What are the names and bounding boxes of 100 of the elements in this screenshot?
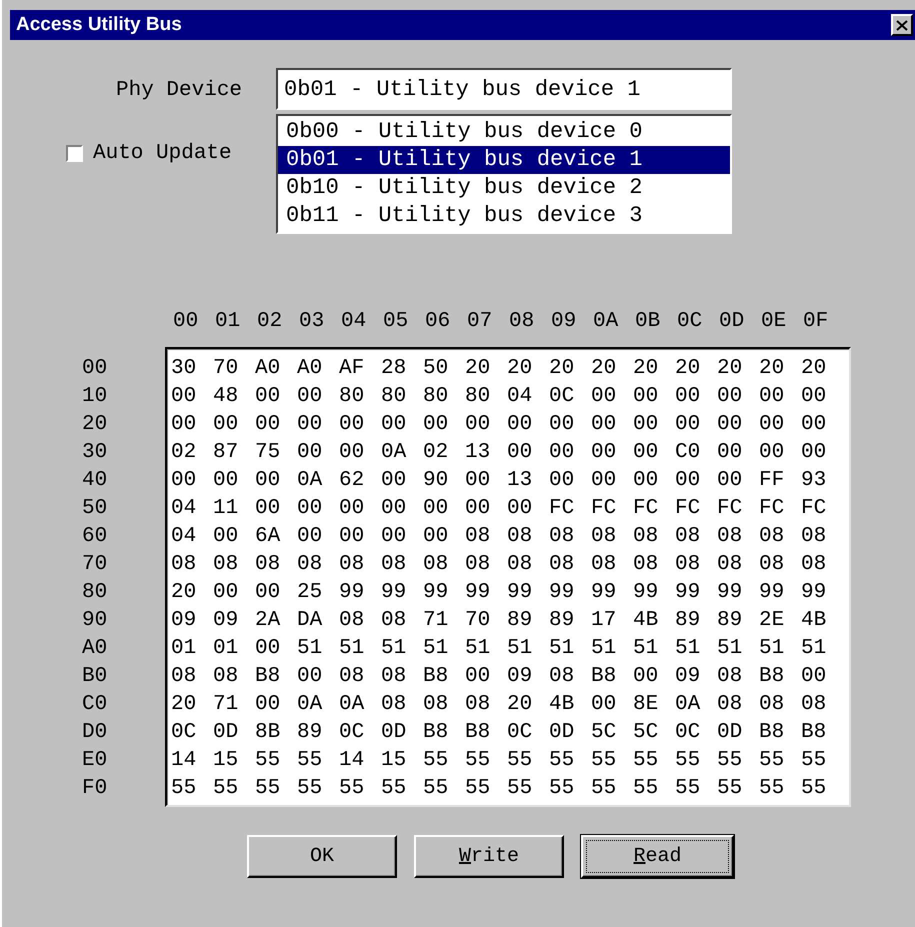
hex-cell-text: 00 <box>339 496 366 522</box>
hex-cell-text: 01 <box>213 636 240 662</box>
hex-cell-text: 80 <box>381 384 408 410</box>
hex-cell-text: 89 <box>549 608 576 634</box>
phy-device-option[interactable]: 0b01 - Utility bus device 1 <box>278 146 730 174</box>
phy-device-option[interactable]: 0b00 - Utility bus device 0 <box>278 118 730 146</box>
dialog-button[interactable]: Read <box>581 835 734 878</box>
hex-cell-text: 48 <box>213 384 240 410</box>
hex-cell-text: 55 <box>759 776 786 802</box>
hex-cell-text: 55 <box>675 776 702 802</box>
hex-cell-text: 0A <box>339 692 366 718</box>
hex-cell-text: 00 <box>759 440 786 466</box>
row-header: 10 <box>82 384 108 410</box>
hex-cell-text: B8 <box>591 664 618 690</box>
hex-cell-text: 5C <box>633 720 660 746</box>
column-header: 0E <box>761 310 788 333</box>
hex-cell-text: 51 <box>507 636 534 662</box>
hex-cell-text: 08 <box>717 524 744 550</box>
hex-cell-text: 00 <box>381 524 408 550</box>
hex-cell-text: 0D <box>717 720 744 746</box>
hex-cell-text: 55 <box>675 748 702 774</box>
hex-cell-text: 00 <box>549 440 576 466</box>
column-header: 0A <box>593 310 620 333</box>
hex-cell-text: 20 <box>633 356 660 382</box>
hex-cell-text: 08 <box>381 692 408 718</box>
hex-cell-text: 08 <box>339 664 366 690</box>
hex-cell-text: 01 <box>171 636 198 662</box>
hex-cell-text: 13 <box>465 440 492 466</box>
column-header: 08 <box>509 310 536 333</box>
hex-cell-text: 70 <box>213 356 240 382</box>
hex-cell-text: 71 <box>213 692 240 718</box>
hex-cell-text: 00 <box>633 664 660 690</box>
auto-update-checkbox[interactable] <box>66 145 83 162</box>
window-title: Access Utility Bus <box>16 14 182 36</box>
hex-cell-text: 08 <box>339 608 366 634</box>
column-header: 0F <box>803 310 830 333</box>
hex-cell-text: 55 <box>507 748 534 774</box>
hex-cell-text: 08 <box>801 524 828 550</box>
hex-cell-text: 00 <box>507 412 534 438</box>
hex-cell-text: 87 <box>213 440 240 466</box>
hex-cell-text: 00 <box>255 496 282 522</box>
phy-device-option[interactable]: 0b10 - Utility bus device 2 <box>278 174 730 202</box>
column-header: 05 <box>383 310 410 333</box>
hex-cell-text: 55 <box>381 776 408 802</box>
hex-cell-text: 99 <box>717 580 744 606</box>
phy-device-field[interactable]: 0b01 - Utility bus device 1 <box>276 68 732 110</box>
hex-cell-text: 51 <box>801 636 828 662</box>
hex-cell-text: 0C <box>171 720 198 746</box>
hex-cell-text: 00 <box>297 664 324 690</box>
hex-cell-text: 08 <box>717 552 744 578</box>
dialog-button[interactable]: OK <box>247 835 397 878</box>
hex-cell-text: 51 <box>591 636 618 662</box>
hex-cell-text: 0A <box>675 692 702 718</box>
hex-cell-text: 08 <box>717 692 744 718</box>
close-button[interactable] <box>891 14 913 36</box>
hex-cell-text: 08 <box>801 552 828 578</box>
hex-cell-text: 20 <box>507 356 534 382</box>
hex-cell-text: FC <box>549 496 576 522</box>
hex-cell-text: 00 <box>255 412 282 438</box>
row-header: B0 <box>82 664 108 690</box>
hex-cell-text: 55 <box>801 776 828 802</box>
hex-cell-text: 99 <box>339 580 366 606</box>
column-header: 0D <box>719 310 746 333</box>
hex-cell-text: 15 <box>381 748 408 774</box>
hex-cell-text: 08 <box>759 692 786 718</box>
hex-cell-text: 51 <box>423 636 450 662</box>
hex-cell-text: 80 <box>423 384 450 410</box>
row-header: 20 <box>82 412 108 438</box>
hex-cell-text: 75 <box>255 440 282 466</box>
hex-cell-text: 4B <box>633 608 660 634</box>
hex-cell-text: 00 <box>297 496 324 522</box>
hex-cell-text: 20 <box>675 356 702 382</box>
hex-cell-text: C0 <box>675 440 702 466</box>
hex-cell-text: 89 <box>297 720 324 746</box>
hex-cell-text: B8 <box>759 664 786 690</box>
phy-device-option[interactable]: 0b11 - Utility bus device 3 <box>278 202 730 230</box>
hex-cell-text: 25 <box>297 580 324 606</box>
hex-cell-text: 55 <box>759 748 786 774</box>
hex-cell-text: 20 <box>507 692 534 718</box>
hex-cell-text: 17 <box>591 608 618 634</box>
hex-cell-text: 00 <box>213 412 240 438</box>
hex-cell-text: 55 <box>213 776 240 802</box>
hex-cell-text: 55 <box>549 748 576 774</box>
hex-cell-text: 55 <box>591 776 618 802</box>
hex-cell-text: 2A <box>255 608 282 634</box>
dialog-button[interactable]: Write <box>414 835 564 878</box>
hex-cell-text: 99 <box>759 580 786 606</box>
hex-cell-text: 08 <box>213 664 240 690</box>
row-header: D0 <box>82 720 108 746</box>
hex-cell-text: 20 <box>171 692 198 718</box>
hex-cell-text: 09 <box>171 608 198 634</box>
hex-cell-text: 99 <box>801 580 828 606</box>
hex-cell-text: 0A <box>381 440 408 466</box>
hex-cell-text: 00 <box>675 468 702 494</box>
hex-cell-text: 00 <box>297 524 324 550</box>
hex-cell-text: 08 <box>465 552 492 578</box>
hex-cell-text: 00 <box>717 412 744 438</box>
hex-cell-text: 55 <box>633 776 660 802</box>
hex-cell-text: 0C <box>507 720 534 746</box>
hex-cell-text: 00 <box>633 384 660 410</box>
